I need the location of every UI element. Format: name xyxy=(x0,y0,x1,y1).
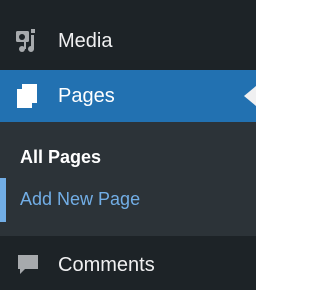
sidebar-item-label: Pages xyxy=(58,84,115,107)
media-icon xyxy=(13,26,43,56)
pages-icon xyxy=(13,81,43,111)
admin-sidebar: Media Pages All Pages Add New Page Comme… xyxy=(0,0,256,290)
sidebar-item-label: Media xyxy=(58,29,113,52)
sidebar-item-media[interactable]: Media xyxy=(0,20,256,62)
sidebar-item-label: Comments xyxy=(58,253,155,276)
pages-submenu: All Pages Add New Page xyxy=(0,122,256,236)
comments-icon xyxy=(13,250,43,280)
sidebar-item-pages[interactable]: Pages xyxy=(0,70,256,122)
submenu-item-all-pages[interactable]: All Pages xyxy=(20,147,101,168)
submenu-item-add-new-page[interactable]: Add New Page xyxy=(20,189,140,210)
current-submenu-indicator xyxy=(0,178,6,222)
active-caret-icon xyxy=(244,86,256,106)
sidebar-item-comments[interactable]: Comments xyxy=(0,244,256,286)
